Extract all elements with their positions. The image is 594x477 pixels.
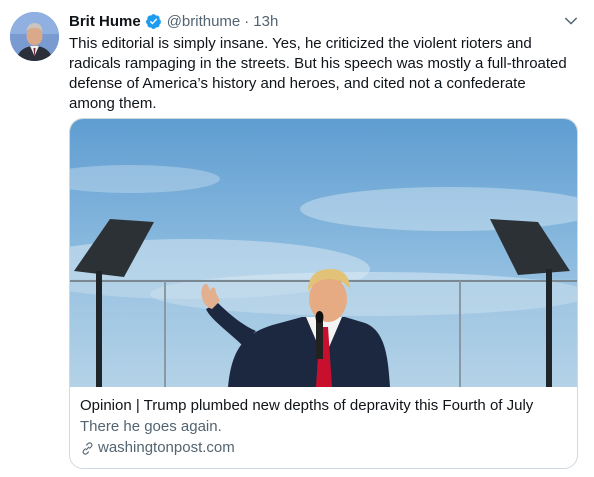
avatar[interactable] — [10, 12, 59, 61]
tweet[interactable]: Brit Hume @brithume · 13h This editorial… — [0, 0, 594, 477]
verified-badge-icon — [145, 13, 161, 29]
chevron-down-icon[interactable] — [562, 12, 580, 30]
card-domain[interactable]: washingtonpost.com — [98, 438, 235, 458]
card-image — [70, 119, 577, 387]
card-domain-row: washingtonpost.com — [80, 438, 570, 458]
link-icon — [82, 441, 93, 455]
author-display-name[interactable]: Brit Hume — [69, 13, 141, 30]
tweet-header: Brit Hume @brithume · 13h — [69, 10, 278, 32]
separator-dot: · — [244, 12, 250, 30]
tweet-timestamp[interactable]: 13h — [253, 13, 278, 30]
card-title[interactable]: Opinion | Trump plumbed new depths of de… — [80, 396, 570, 416]
tweet-text: This editorial is simply insane. Yes, he… — [69, 35, 567, 112]
card-body: Opinion | Trump plumbed new depths of de… — [80, 396, 570, 458]
card-description: There he goes again. — [80, 418, 222, 435]
author-handle[interactable]: @brithume — [167, 13, 241, 30]
avatar-image — [10, 12, 59, 61]
link-card[interactable]: Opinion | Trump plumbed new depths of de… — [69, 118, 578, 469]
